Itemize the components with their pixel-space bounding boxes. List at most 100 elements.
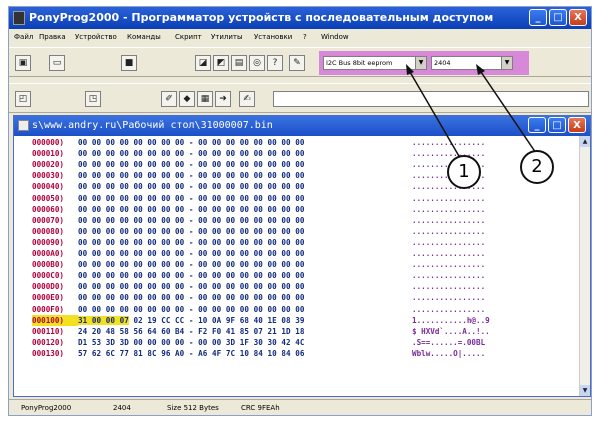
hex-row[interactable]: 000080) 00 00 00 00 00 00 00 00 - 00 00 0… xyxy=(32,226,485,237)
hex-row[interactable]: 000020) 00 00 00 00 00 00 00 00 - 00 00 0… xyxy=(32,159,485,170)
hex-row[interactable]: 0000D0) 00 00 00 00 00 00 00 00 - 00 00 0… xyxy=(32,281,485,292)
hex-address: 000020) xyxy=(32,160,65,170)
status-device: 2404 xyxy=(113,404,131,412)
vertical-scrollbar[interactable]: ▲ ▼ xyxy=(579,136,590,396)
hex-ascii: ................ xyxy=(412,226,486,236)
hex-bytes[interactable]: D1 53 3D 3D 00 00 00 00 - 00 00 3D 1F 30… xyxy=(78,337,412,348)
hex-address: 0000B0) xyxy=(32,260,65,270)
write-all-icon[interactable]: ◳ xyxy=(85,91,101,107)
hex-address: 000010) xyxy=(32,149,65,159)
device-family-select[interactable]: I2C Bus 8bit eeprom ▼ xyxy=(323,56,427,70)
zoom-icon[interactable]: ◎ xyxy=(249,55,265,71)
hex-address: 000050) xyxy=(32,193,65,203)
read-all-icon[interactable]: ◰ xyxy=(15,91,31,107)
hex-bytes[interactable]: 00 00 00 00 00 00 00 00 - 00 00 00 00 00… xyxy=(78,259,412,270)
scroll-up-icon[interactable]: ▲ xyxy=(580,136,590,147)
arrow-icon[interactable]: ➜ xyxy=(215,91,231,107)
grid-icon[interactable]: ▦ xyxy=(197,91,213,107)
hex-address: 000120) xyxy=(32,337,65,347)
hex-bytes[interactable]: 00 00 00 00 00 00 00 00 - 00 00 00 00 00… xyxy=(78,181,412,192)
hex-row[interactable]: 0000B0) 00 00 00 00 00 00 00 00 - 00 00 0… xyxy=(32,259,485,270)
menu-command[interactable]: Команды xyxy=(127,33,161,41)
menu-utility[interactable]: Утилиты xyxy=(211,33,243,41)
hex-row[interactable]: 000030) 00 00 00 00 00 00 00 00 - 00 00 0… xyxy=(32,170,485,181)
open-folder-icon[interactable]: ▭ xyxy=(49,55,65,71)
command-input[interactable] xyxy=(273,91,589,107)
hex-bytes[interactable]: 00 00 00 00 00 00 00 00 - 00 00 00 00 00… xyxy=(78,159,412,170)
hex-bytes[interactable]: 00 00 00 00 00 00 00 00 - 00 00 00 00 00… xyxy=(78,193,412,204)
app-icon xyxy=(13,11,25,25)
hex-row[interactable]: 000070) 00 00 00 00 00 00 00 00 - 00 00 0… xyxy=(32,215,485,226)
window-titlebar[interactable]: PonyProg2000 - Программатор устройств с … xyxy=(9,7,591,29)
hex-bytes[interactable]: 00 00 00 00 00 00 00 00 - 00 00 00 00 00… xyxy=(78,248,412,259)
edit-icon[interactable]: ✐ xyxy=(161,91,177,107)
device-type-select[interactable]: 2404 ▼ xyxy=(431,56,513,70)
hex-bytes[interactable]: 00 00 00 00 00 00 00 00 - 00 00 00 00 00… xyxy=(78,237,412,248)
hex-address: 000090) xyxy=(32,237,65,247)
hex-ascii: ................ xyxy=(412,249,486,258)
hex-bytes[interactable]: 00 00 00 00 00 00 00 00 - 00 00 00 00 00… xyxy=(78,292,412,303)
child-maximize-button[interactable]: □ xyxy=(548,117,566,133)
hex-bytes[interactable]: 00 00 00 00 00 00 00 00 - 00 00 00 00 00… xyxy=(78,148,412,159)
security-icon[interactable]: ◆ xyxy=(179,91,195,107)
menu-window[interactable]: Window xyxy=(321,33,349,41)
help-icon[interactable]: ? xyxy=(267,55,283,71)
close-button[interactable]: X xyxy=(569,9,587,26)
write-device-icon[interactable]: ◩ xyxy=(213,55,229,71)
hex-row[interactable]: 000010) 00 00 00 00 00 00 00 00 - 00 00 0… xyxy=(32,148,485,159)
maximize-button[interactable]: □ xyxy=(549,9,567,26)
hex-row[interactable]: 000100) 31 00 00 07 02 19 CC CC - 10 0A 9… xyxy=(32,314,490,326)
hex-bytes[interactable]: 00 00 00 00 00 00 00 00 - 00 00 00 00 00… xyxy=(78,204,412,215)
menu-edit[interactable]: Правка xyxy=(39,33,66,41)
hex-bytes[interactable]: 00 00 00 00 00 00 00 00 - 00 00 00 00 00… xyxy=(78,281,412,292)
hex-bytes[interactable]: 00 00 00 00 00 00 00 00 - 00 00 00 00 00… xyxy=(78,270,412,281)
minimize-button[interactable]: _ xyxy=(529,9,547,26)
hex-row[interactable]: 000130) 57 62 6C 77 81 8C 96 A0 - A6 4F 7… xyxy=(32,348,485,359)
hex-bytes[interactable]: 57 62 6C 77 81 8C 96 A0 - A6 4F 7C 10 84… xyxy=(78,348,412,359)
hex-address: 000060) xyxy=(32,204,65,214)
menu-bar: Файл Правка Устройство Команды Скрипт Ут… xyxy=(9,29,591,45)
new-icon[interactable]: ▣ xyxy=(15,55,31,71)
hex-address: 000000) xyxy=(32,138,65,147)
menu-device[interactable]: Устройство xyxy=(75,33,117,41)
hex-address: 0000E0) xyxy=(32,293,65,303)
hex-bytes[interactable]: 00 00 00 00 00 00 00 00 - 00 00 00 00 00… xyxy=(78,137,412,148)
hex-ascii: ................ xyxy=(412,193,486,203)
status-crc: CRC 9FEAh xyxy=(241,404,280,412)
document-icon xyxy=(18,120,29,131)
child-minimize-button[interactable]: _ xyxy=(528,117,546,133)
probe-icon[interactable]: ✎ xyxy=(289,55,305,71)
buffer-titlebar[interactable]: s\www.andry.ru\Рабочий стол\31000007.bin… xyxy=(14,116,590,136)
hex-bytes[interactable]: 00 00 00 00 00 00 00 00 - 00 00 00 00 00… xyxy=(78,304,412,315)
menu-setup[interactable]: Установки xyxy=(254,33,292,41)
note-icon[interactable]: ✍ xyxy=(239,91,255,107)
hex-bytes[interactable]: 31 00 00 07 02 19 CC CC - 10 0A 9F 68 40… xyxy=(78,315,412,326)
save-icon[interactable]: ■ xyxy=(121,55,137,71)
hex-row[interactable]: 000050) 00 00 00 00 00 00 00 00 - 00 00 0… xyxy=(32,193,485,204)
print-icon[interactable]: ▤ xyxy=(231,55,247,71)
menu-file[interactable]: Файл xyxy=(14,33,33,41)
hex-bytes[interactable]: 00 00 00 00 00 00 00 00 - 00 00 00 00 00… xyxy=(78,215,412,226)
hex-bytes[interactable]: 24 20 48 58 56 64 60 B4 - F2 F0 41 85 07… xyxy=(78,326,412,337)
hex-row[interactable]: 000110) 24 20 48 58 56 64 60 B4 - F2 F0 4… xyxy=(32,326,490,337)
menu-help[interactable]: ? xyxy=(303,33,307,41)
hex-row[interactable]: 0000E0) 00 00 00 00 00 00 00 00 - 00 00 0… xyxy=(32,292,485,303)
scroll-down-icon[interactable]: ▼ xyxy=(580,385,590,396)
hex-row[interactable]: 000120) D1 53 3D 3D 00 00 00 00 - 00 00 3… xyxy=(32,337,485,348)
hex-row[interactable]: 0000A0) 00 00 00 00 00 00 00 00 - 00 00 0… xyxy=(32,248,485,259)
read-device-icon[interactable]: ◪ xyxy=(195,55,211,71)
hex-row[interactable]: 000040) 00 00 00 00 00 00 00 00 - 00 00 0… xyxy=(32,181,485,192)
hex-ascii: ................ xyxy=(412,204,486,214)
hex-row[interactable]: 000060) 00 00 00 00 00 00 00 00 - 00 00 0… xyxy=(32,204,485,215)
hex-row[interactable]: 0000F0) 00 00 00 00 00 00 00 00 - 00 00 0… xyxy=(32,304,485,315)
chevron-down-icon: ▼ xyxy=(501,57,512,69)
hex-row[interactable]: 0000C0) 00 00 00 00 00 00 00 00 - 00 00 0… xyxy=(32,270,485,281)
hex-bytes[interactable]: 00 00 00 00 00 00 00 00 - 00 00 00 00 00… xyxy=(78,226,412,237)
hex-row[interactable]: 000090) 00 00 00 00 00 00 00 00 - 00 00 0… xyxy=(32,237,485,248)
hex-editor[interactable]: 000000) 00 00 00 00 00 00 00 00 - 00 00 0… xyxy=(14,136,580,396)
menu-script[interactable]: Скрипт xyxy=(175,33,202,41)
child-close-button[interactable]: X xyxy=(568,117,586,133)
hex-row[interactable]: 000000) 00 00 00 00 00 00 00 00 - 00 00 0… xyxy=(32,137,485,148)
hex-address: 000040) xyxy=(32,182,65,192)
hex-bytes[interactable]: 00 00 00 00 00 00 00 00 - 00 00 00 00 00… xyxy=(78,170,412,181)
